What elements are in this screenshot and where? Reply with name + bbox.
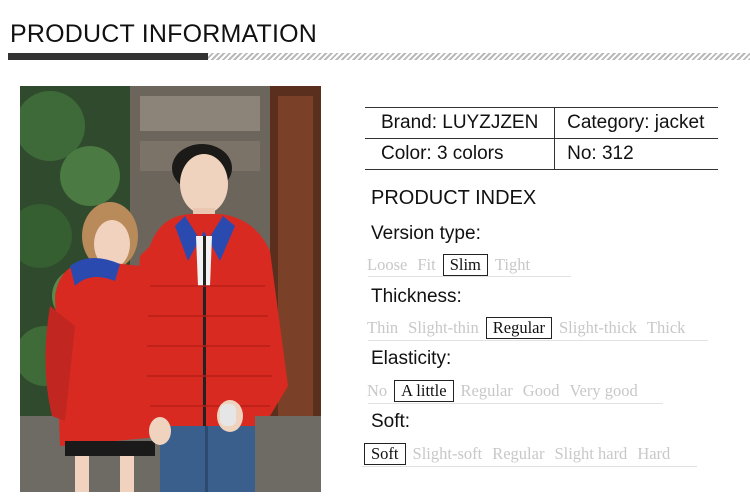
thickness-option: Thick bbox=[646, 318, 686, 337]
elasticity-options: No A little Regular Good Very good bbox=[362, 379, 643, 403]
page-title: PRODUCT INFORMATION bbox=[10, 20, 318, 48]
brand-cell: Brand: LUYZJZEN bbox=[365, 107, 555, 139]
version-type-label: Version type: bbox=[371, 223, 481, 244]
version-type-underline bbox=[368, 276, 571, 277]
elasticity-underline bbox=[368, 403, 663, 404]
soft-underline bbox=[362, 466, 697, 467]
thickness-option: Slight-thick bbox=[559, 318, 637, 337]
thickness-option: Thin bbox=[367, 318, 399, 337]
thickness-underline bbox=[368, 340, 708, 341]
elasticity-option: Good bbox=[522, 381, 560, 400]
number-cell: No: 312 bbox=[554, 138, 718, 170]
soft-option-selected: Soft bbox=[364, 443, 406, 465]
thickness-option-selected: Regular bbox=[485, 317, 552, 339]
soft-option: Slight-soft bbox=[412, 444, 483, 463]
version-option: Loose bbox=[367, 255, 408, 274]
version-type-options: Loose Fit Slim Tight bbox=[362, 253, 535, 277]
soft-options: Soft Slight-soft Regular Slight hard Hard bbox=[362, 442, 675, 466]
category-cell: Category: jacket bbox=[554, 107, 718, 139]
version-option-selected: Slim bbox=[442, 254, 488, 276]
soft-option: Hard bbox=[637, 444, 671, 463]
thickness-option: Slight-thin bbox=[408, 318, 479, 337]
elasticity-label: Elasticity: bbox=[371, 348, 452, 369]
soft-label: Soft: bbox=[371, 411, 411, 432]
version-option: Fit bbox=[417, 255, 436, 274]
thickness-label: Thickness: bbox=[371, 286, 462, 307]
version-option: Tight bbox=[494, 255, 531, 274]
elasticity-option: Very good bbox=[569, 381, 638, 400]
elasticity-option-selected: A little bbox=[394, 380, 454, 402]
elasticity-option: Regular bbox=[460, 381, 513, 400]
product-index-title: PRODUCT INDEX bbox=[371, 187, 537, 209]
soft-option: Slight hard bbox=[554, 444, 628, 463]
color-cell: Color: 3 colors bbox=[365, 138, 555, 170]
header-divider-accent bbox=[8, 53, 208, 60]
product-photo bbox=[20, 86, 321, 492]
couple-in-red-jackets-photo bbox=[20, 86, 321, 492]
thickness-options: Thin Slight-thin Regular Slight-thick Thick bbox=[362, 316, 690, 340]
soft-option: Regular bbox=[492, 444, 545, 463]
product-info-table: Brand: LUYZJZEN Category: jacket Color: … bbox=[365, 107, 718, 170]
elasticity-option: No bbox=[367, 381, 388, 400]
